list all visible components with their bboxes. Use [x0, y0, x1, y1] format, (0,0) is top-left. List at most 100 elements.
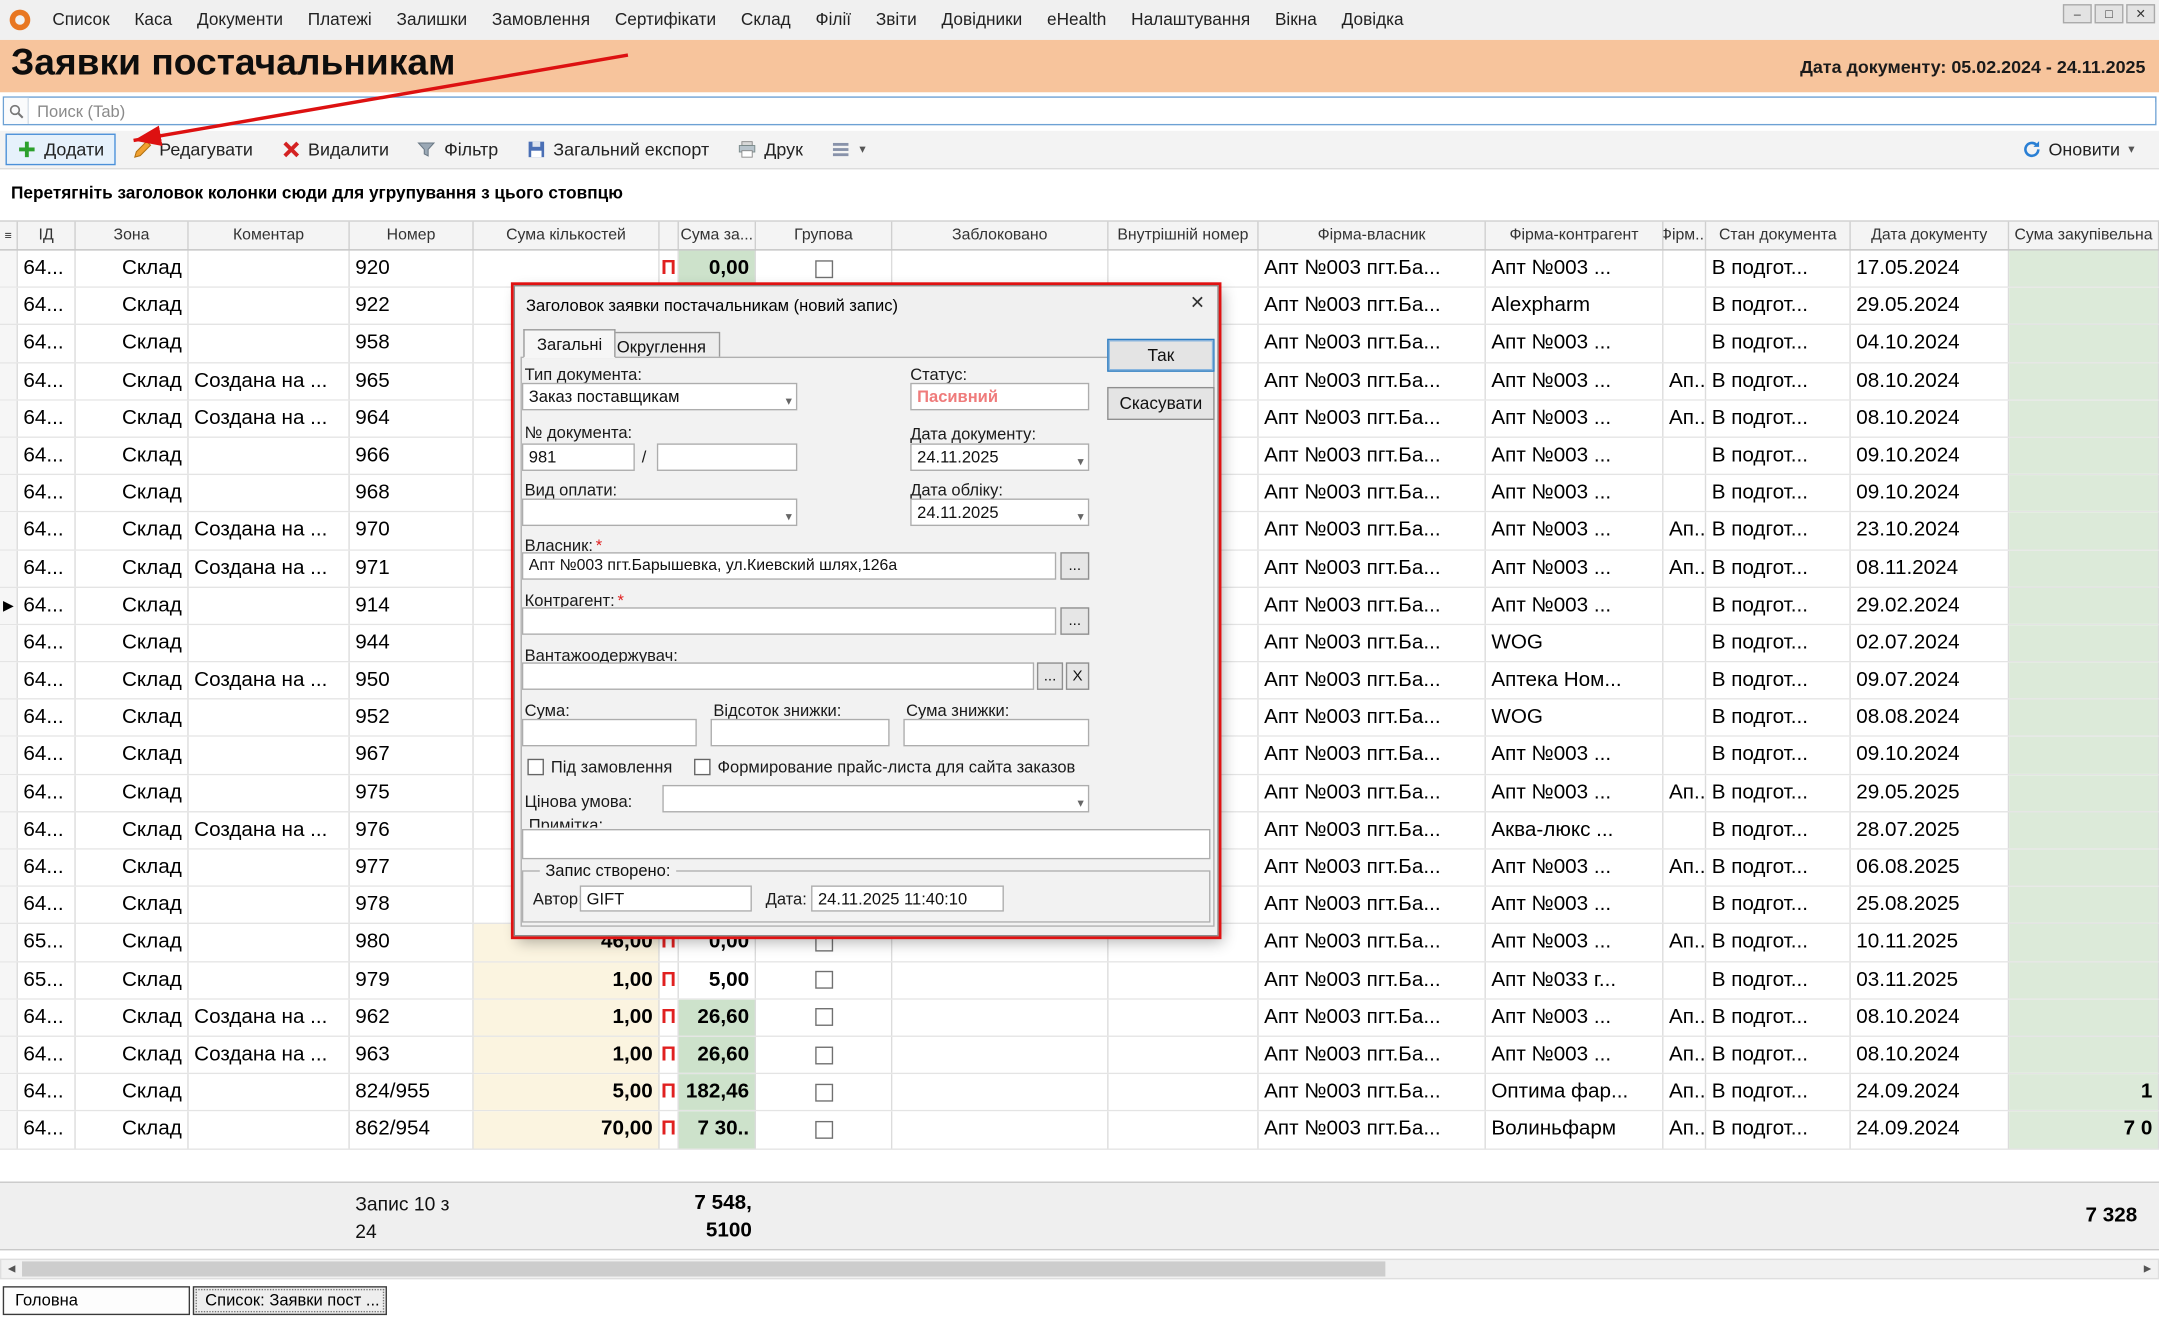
filter-button[interactable]: Фільтр	[406, 134, 510, 166]
cancel-button[interactable]: Скасувати	[1107, 387, 1214, 420]
export-button[interactable]: Загальний експорт	[515, 134, 720, 166]
menu-item-залишки[interactable]: Залишки	[384, 0, 479, 40]
group-checkbox[interactable]	[815, 1121, 833, 1139]
columns-menu-button[interactable]: ▾	[819, 134, 876, 166]
cell-group[interactable]	[756, 1037, 892, 1073]
group-checkbox[interactable]	[815, 1083, 833, 1101]
cell-group[interactable]	[756, 999, 892, 1035]
group-checkbox[interactable]	[815, 260, 833, 278]
horizontal-scrollbar[interactable]: ◄ ►	[0, 1259, 2159, 1280]
column-header-9[interactable]: Заблоковано	[892, 222, 1108, 250]
search-input[interactable]	[29, 101, 2155, 120]
restore-button[interactable]: □	[2095, 4, 2124, 23]
consignee-picker-button[interactable]: ...	[1037, 662, 1063, 690]
group-checkbox[interactable]	[815, 1008, 833, 1026]
tab-rounding[interactable]: Округлення	[603, 332, 720, 358]
price-list-checkbox[interactable]	[694, 759, 711, 776]
add-button[interactable]: Додати	[6, 134, 116, 166]
menu-item-довідка[interactable]: Довідка	[1329, 0, 1416, 40]
contragent-picker-button[interactable]: ...	[1060, 607, 1089, 635]
column-header-14[interactable]: Стан документа	[1706, 222, 1851, 250]
dialog-close-icon[interactable]: ✕	[1190, 292, 1205, 314]
consignee-input[interactable]	[522, 662, 1034, 690]
under-order-checkbox[interactable]	[527, 759, 544, 776]
tab-general[interactable]: Загальні	[523, 329, 616, 358]
menu-item-філії[interactable]: Філії	[803, 0, 863, 40]
menu-item-ehealth[interactable]: eHealth	[1035, 0, 1119, 40]
edit-button[interactable]: Редагувати	[121, 134, 264, 166]
cell-group[interactable]	[756, 962, 892, 998]
scrollbar-thumb[interactable]	[22, 1261, 1385, 1276]
author-input[interactable]	[580, 885, 752, 911]
column-header-8[interactable]: Групова	[756, 222, 892, 250]
cell-contragent: Апт №003 ...	[1486, 588, 1664, 624]
column-header-4[interactable]: Номер	[350, 222, 474, 250]
menu-item-сертифікати[interactable]: Сертифікати	[602, 0, 728, 40]
menu-item-список[interactable]: Список	[40, 0, 122, 40]
scroll-left-arrow[interactable]: ◄	[1, 1260, 22, 1278]
column-header-13[interactable]: Фірм...	[1664, 222, 1707, 250]
ok-button[interactable]: Так	[1107, 339, 1214, 372]
refresh-button-label: Оновити	[2048, 139, 2119, 160]
menu-item-налаштування[interactable]: Налаштування	[1119, 0, 1263, 40]
discount-pct-input[interactable]	[711, 719, 890, 747]
column-header-11[interactable]: Фірма-власник	[1259, 222, 1486, 250]
cell-group[interactable]	[756, 251, 892, 287]
cell-group[interactable]	[756, 1074, 892, 1110]
created-date-input[interactable]	[811, 885, 1004, 911]
menu-item-каса[interactable]: Каса	[122, 0, 185, 40]
doc-number-input[interactable]	[522, 443, 635, 471]
pay-type-combobox[interactable]: ▾	[522, 498, 797, 526]
column-header-3[interactable]: Коментар	[189, 222, 350, 250]
scroll-right-arrow[interactable]: ►	[2137, 1260, 2158, 1278]
column-header-2[interactable]: Зона	[76, 222, 189, 250]
column-header-12[interactable]: Фірма-контрагент	[1486, 222, 1664, 250]
owner-input[interactable]	[522, 552, 1056, 580]
price-cond-combobox[interactable]: ▾	[662, 785, 1089, 813]
print-button[interactable]: Друк	[726, 134, 814, 166]
grid-row[interactable]: 64...Склад824/9555,00П182,46Апт №003 пгт…	[0, 1074, 2159, 1111]
sum-input[interactable]	[522, 719, 697, 747]
refresh-button[interactable]: Оновити ▾	[2010, 134, 2146, 166]
grid-row[interactable]: 64...Склад920П0,00Апт №003 пгт.Ба...Апт …	[0, 251, 2159, 288]
under-order-label: Під замовлення	[551, 757, 673, 776]
close-button[interactable]: ✕	[2126, 4, 2155, 23]
menu-item-замовлення[interactable]: Замовлення	[480, 0, 603, 40]
menu-item-платежі[interactable]: Платежі	[295, 0, 384, 40]
menu-item-довідники[interactable]: Довідники	[929, 0, 1034, 40]
grid-corner-icon[interactable]: ≡	[0, 222, 18, 250]
menu-item-документи[interactable]: Документи	[185, 0, 296, 40]
consignee-clear-button[interactable]: X	[1066, 662, 1089, 690]
doc-type-combobox[interactable]: Заказ поставщикам ▾	[522, 383, 797, 411]
column-header-16[interactable]: Сума закупівельна	[2009, 222, 2159, 250]
grid-row[interactable]: 64...СкладСоздана на ...9631,00П26,60Апт…	[0, 1037, 2159, 1074]
contragent-input[interactable]	[522, 607, 1056, 635]
minimize-button[interactable]: –	[2063, 4, 2092, 23]
column-header-1[interactable]: ІД	[18, 222, 76, 250]
menu-item-склад[interactable]: Склад	[729, 0, 804, 40]
cell-zone: Склад	[76, 700, 189, 736]
column-header-10[interactable]: Внутрішній номер	[1109, 222, 1259, 250]
discount-sum-input[interactable]	[903, 719, 1089, 747]
owner-picker-button[interactable]: ...	[1060, 552, 1089, 580]
column-header-15[interactable]: Дата документу	[1851, 222, 2009, 250]
group-checkbox[interactable]	[815, 1046, 833, 1064]
group-checkbox[interactable]	[815, 971, 833, 989]
menu-item-вікна[interactable]: Вікна	[1263, 0, 1330, 40]
doc-date-combobox[interactable]: 24.11.2025 ▾	[910, 443, 1089, 471]
tab-home[interactable]: Головна	[3, 1286, 190, 1315]
column-header-6[interactable]	[660, 222, 679, 250]
cell-group[interactable]	[756, 1112, 892, 1148]
tab-list-active[interactable]: Список: Заявки пост ...	[193, 1286, 387, 1315]
grid-row[interactable]: 65...Склад9791,00П5,00Апт №003 пгт.Ба...…	[0, 962, 2159, 999]
column-header-7[interactable]: Сума за...	[679, 222, 756, 250]
menu-item-звіти[interactable]: Звіти	[863, 0, 929, 40]
grid-row[interactable]: 64...Склад862/95470,00П7 30..Апт №003 пг…	[0, 1112, 2159, 1149]
account-date-combobox[interactable]: 24.11.2025 ▾	[910, 498, 1089, 526]
delete-button[interactable]: Видалити	[269, 134, 400, 166]
note-input[interactable]	[522, 829, 1211, 859]
column-header-5[interactable]: Сума кількостей	[474, 222, 660, 250]
doc-number2-input[interactable]	[657, 443, 797, 471]
grid-row[interactable]: 64...СкладСоздана на ...9621,00П26,60Апт…	[0, 999, 2159, 1036]
cell-comment: Создана на ...	[189, 550, 350, 586]
